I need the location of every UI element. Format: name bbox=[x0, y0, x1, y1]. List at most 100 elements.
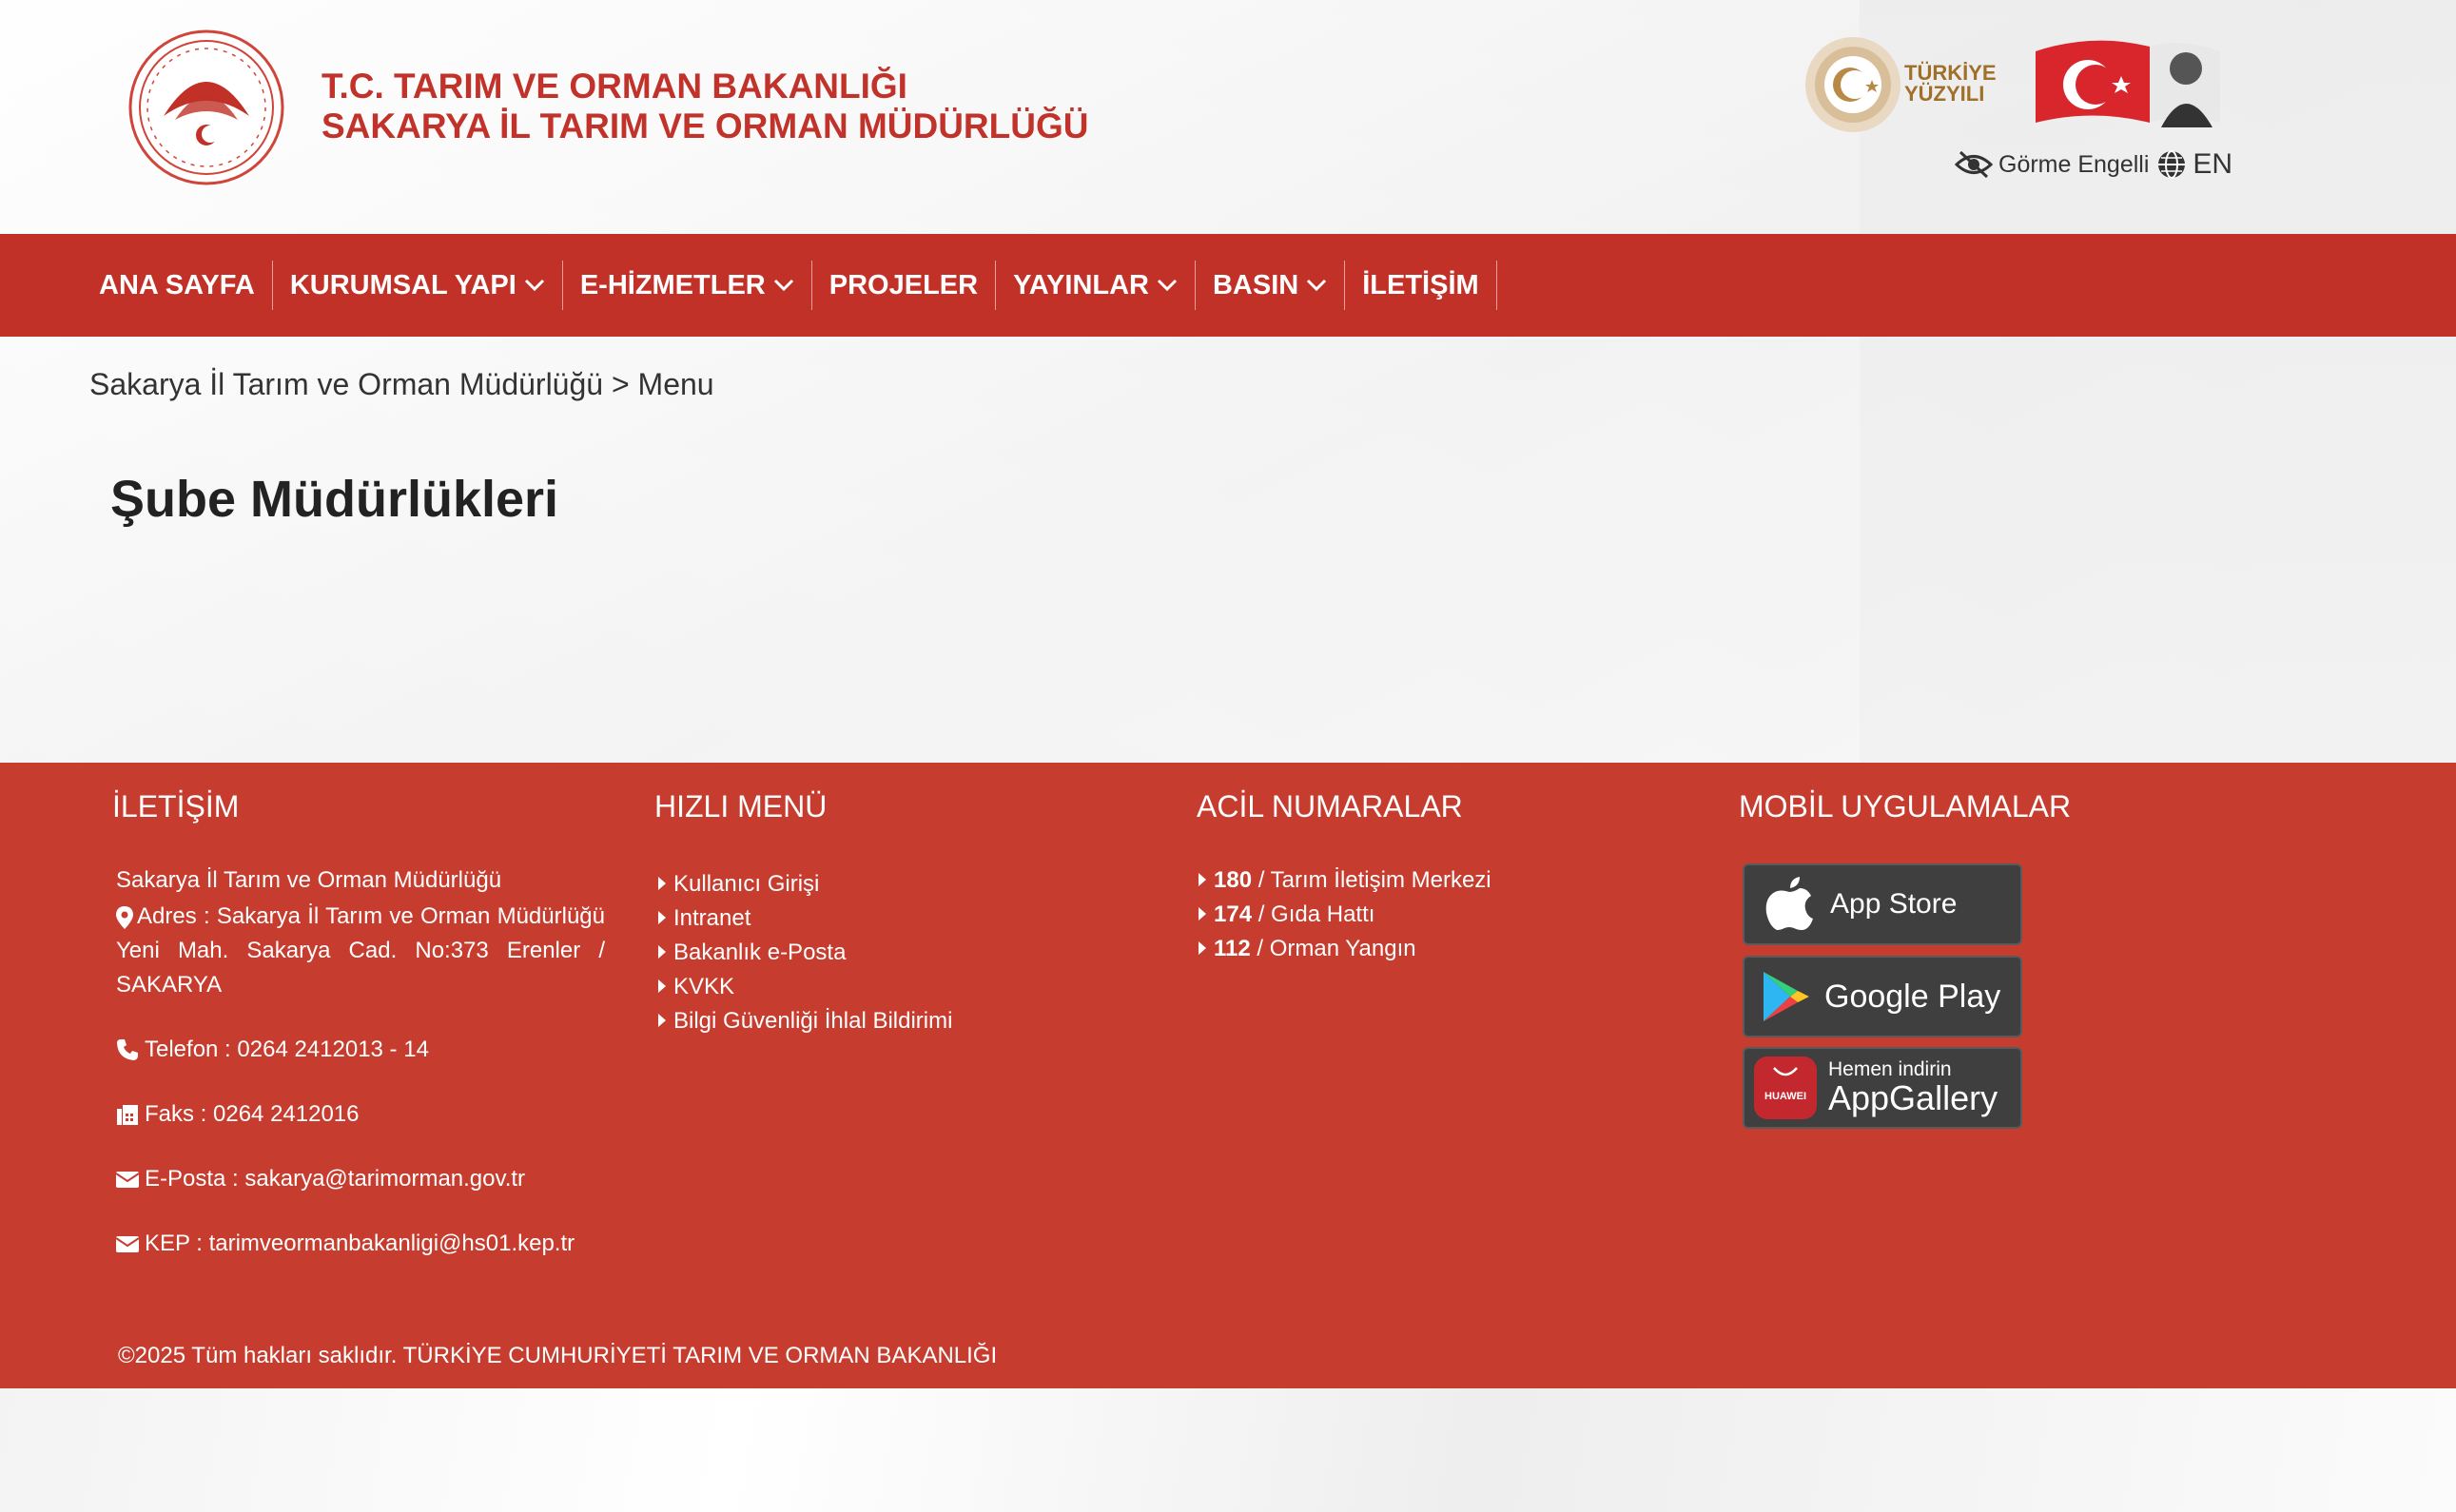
site-header: T.C. TARIM VE ORMAN BAKANLIĞI SAKARYA İL… bbox=[0, 0, 2456, 234]
quick-menu-item-label: Intranet bbox=[673, 905, 751, 931]
footer-emergency-heading: ACİL NUMARALAR bbox=[1197, 789, 1463, 824]
nav-item-label: ANA SAYFA bbox=[99, 269, 255, 300]
site-title[interactable]: T.C. TARIM VE ORMAN BAKANLIĞI SAKARYA İL… bbox=[322, 67, 1088, 146]
nav-list: ANA SAYFA KURUMSAL YAPI E-HİZMETLER PROJELE… bbox=[0, 234, 2456, 337]
emergency-number: 180 bbox=[1214, 867, 1253, 893]
nav-item[interactable]: PROJELER bbox=[812, 261, 997, 310]
caret-right-icon bbox=[658, 979, 666, 993]
apple-icon bbox=[1765, 877, 1813, 930]
app-gallery-sub-label: Hemen indirin bbox=[1828, 1058, 1952, 1080]
quick-menu-item-label: Bilgi Güvenliği İhlal Bildirimi bbox=[673, 1008, 953, 1034]
globe-icon bbox=[2158, 150, 2186, 179]
envelope-icon bbox=[116, 1236, 139, 1252]
huawei-brand-label: HUAWEI bbox=[1764, 1091, 1806, 1102]
google-play-label: Google Play bbox=[1824, 978, 2001, 1015]
quick-menu-item[interactable]: Kullanıcı Girişi bbox=[658, 867, 952, 901]
copyright: ©2025 Tüm hakları saklıdır. TÜRKİYE CUMH… bbox=[118, 1343, 998, 1368]
contact-email[interactable]: E-Posta : sakarya@tarimorman.gov.tr bbox=[116, 1166, 525, 1192]
emergency-list: 180 / Tarım İletişim Merkezi 174 / Gıda H… bbox=[1199, 863, 1491, 966]
breadcrumb[interactable]: Sakarya İl Tarım ve Orman Müdürlüğü > Me… bbox=[89, 367, 714, 402]
map-marker-icon bbox=[116, 905, 133, 929]
ministry-logo[interactable] bbox=[127, 29, 285, 186]
huawei-appgallery-icon: HUAWEI bbox=[1754, 1056, 1817, 1119]
visually-impaired-toggle[interactable]: Görme Engelli bbox=[1955, 150, 2149, 179]
caret-right-icon bbox=[1199, 940, 1206, 955]
app-store-label: App Store bbox=[1830, 888, 1958, 920]
caret-right-icon bbox=[658, 910, 666, 924]
contact-phone-text: Telefon : 0264 2412013 - 14 bbox=[145, 1037, 429, 1062]
contact-address-text: Adres : Sakarya İl Tarım ve Orman Müdürl… bbox=[116, 903, 605, 998]
contact-kep-text: KEP : tarimveormanbakanligi@hs01.kep.tr bbox=[145, 1231, 575, 1256]
quick-menu-item-label: KVKK bbox=[673, 974, 735, 999]
nav-item-label: E-HİZMETLER bbox=[579, 269, 766, 300]
phone-icon bbox=[117, 1039, 138, 1060]
nav-item[interactable]: BASIN bbox=[1196, 261, 1346, 310]
language-switch[interactable]: EN bbox=[2156, 148, 2232, 181]
emergency-label: / Tarım İletişim Merkezi bbox=[1252, 867, 1491, 893]
caret-right-icon bbox=[1199, 872, 1206, 886]
language-label: EN bbox=[2193, 148, 2233, 180]
chevron-down-icon bbox=[1307, 279, 1327, 292]
nav-item[interactable]: E-HİZMETLER bbox=[563, 261, 812, 310]
footer-quick-menu-heading: HIZLI MENÜ bbox=[654, 789, 828, 824]
quick-menu-item-label: Bakanlık e-Posta bbox=[673, 940, 847, 965]
envelope-icon bbox=[116, 1172, 139, 1188]
turkish-flag-ataturk-image bbox=[2036, 40, 2220, 127]
contact-address: Adres : Sakarya İl Tarım ve Orman Müdürl… bbox=[116, 900, 605, 1002]
caret-right-icon bbox=[1199, 906, 1206, 921]
site-footer: İLETİŞİM Sakarya İl Tarım ve Orman Müdür… bbox=[0, 763, 2456, 1388]
nav-item[interactable]: İLETİŞİM bbox=[1345, 261, 1497, 310]
nav-item[interactable]: ANA SAYFA bbox=[82, 261, 273, 310]
nav-item[interactable]: KURUMSAL YAPI bbox=[273, 261, 563, 310]
turkiye-yuzyili-logo[interactable]: TÜRKİYE YÜZYILI bbox=[1805, 32, 2010, 137]
caret-right-icon bbox=[658, 1013, 666, 1027]
app-gallery-label: AppGallery bbox=[1828, 1078, 1998, 1117]
eye-slash-icon bbox=[1955, 150, 1993, 179]
nav-item-label: İLETİŞİM bbox=[1362, 269, 1479, 300]
contact-fax: Faks : 0264 2412016 bbox=[116, 1101, 360, 1128]
caret-right-icon bbox=[658, 944, 666, 959]
contact-fax-text: Faks : 0264 2412016 bbox=[145, 1101, 360, 1127]
emergency-item: 112 / Orman Yangın bbox=[1199, 932, 1491, 966]
chevron-down-icon bbox=[773, 279, 793, 292]
page-title: Şube Müdürlükleri bbox=[110, 471, 559, 528]
google-play-icon bbox=[1764, 972, 1809, 1021]
app-gallery-badge[interactable]: HUAWEI Hemen indirin AppGallery bbox=[1743, 1047, 2022, 1129]
caret-right-icon bbox=[658, 876, 666, 890]
quick-menu-item[interactable]: Intranet bbox=[658, 901, 952, 936]
turkiye-yuzyili-line1: TÜRKİYE bbox=[1904, 61, 1997, 85]
turkiye-yuzyili-emblem-icon bbox=[1805, 37, 1900, 132]
google-play-badge[interactable]: Google Play bbox=[1743, 956, 2022, 1037]
app-store-badge[interactable]: App Store bbox=[1743, 863, 2022, 945]
emergency-number: 112 bbox=[1214, 936, 1251, 961]
nav-item-label: PROJELER bbox=[828, 269, 979, 300]
contact-phone: Telefon : 0264 2412013 - 14 bbox=[116, 1037, 429, 1063]
chevron-down-icon bbox=[1157, 279, 1178, 292]
emergency-label: / Orman Yangın bbox=[1250, 936, 1416, 961]
nav-item-label: KURUMSAL YAPI bbox=[289, 269, 517, 300]
footer-contact-heading: İLETİŞİM bbox=[112, 789, 240, 824]
footer-apps-heading: MOBİL UYGULAMALAR bbox=[1739, 789, 2072, 824]
chevron-down-icon bbox=[524, 279, 544, 292]
header-tools: Görme Engelli EN bbox=[1955, 145, 2232, 184]
emergency-item: 180 / Tarım İletişim Merkezi bbox=[1199, 863, 1491, 898]
main-navigation: ANA SAYFA KURUMSAL YAPI E-HİZMETLER PROJELE… bbox=[0, 234, 2456, 337]
nav-item-label: YAYINLAR bbox=[1013, 269, 1149, 300]
quick-menu-item[interactable]: Bilgi Güvenliği İhlal Bildirimi bbox=[658, 1004, 952, 1038]
quick-menu-item-label: Kullanıcı Girişi bbox=[673, 871, 820, 897]
contact-kep[interactable]: KEP : tarimveormanbakanligi@hs01.kep.tr bbox=[116, 1231, 575, 1257]
quick-menu-list: Kullanıcı Girişi Intranet Bakanlık e-Posta… bbox=[658, 867, 952, 1038]
turkiye-yuzyili-line2: YÜZYILI bbox=[1904, 82, 1985, 106]
emergency-item: 174 / Gıda Hattı bbox=[1199, 898, 1491, 932]
nav-item[interactable]: YAYINLAR bbox=[996, 261, 1196, 310]
site-title-line2: SAKARYA İL TARIM VE ORMAN MÜDÜRLÜĞÜ bbox=[322, 107, 1089, 145]
shopping-bag-handle-icon bbox=[1773, 1067, 1798, 1076]
emergency-label: / Gıda Hattı bbox=[1252, 901, 1375, 927]
visually-impaired-label: Görme Engelli bbox=[1998, 150, 2150, 178]
quick-menu-item[interactable]: KVKK bbox=[658, 970, 952, 1004]
quick-menu-item[interactable]: Bakanlık e-Posta bbox=[658, 936, 952, 970]
site-title-line1: T.C. TARIM VE ORMAN BAKANLIĞI bbox=[322, 67, 907, 106]
nav-item-label: BASIN bbox=[1212, 269, 1299, 300]
emergency-number: 174 bbox=[1214, 901, 1253, 927]
contact-org: Sakarya İl Tarım ve Orman Müdürlüğü bbox=[116, 867, 502, 893]
